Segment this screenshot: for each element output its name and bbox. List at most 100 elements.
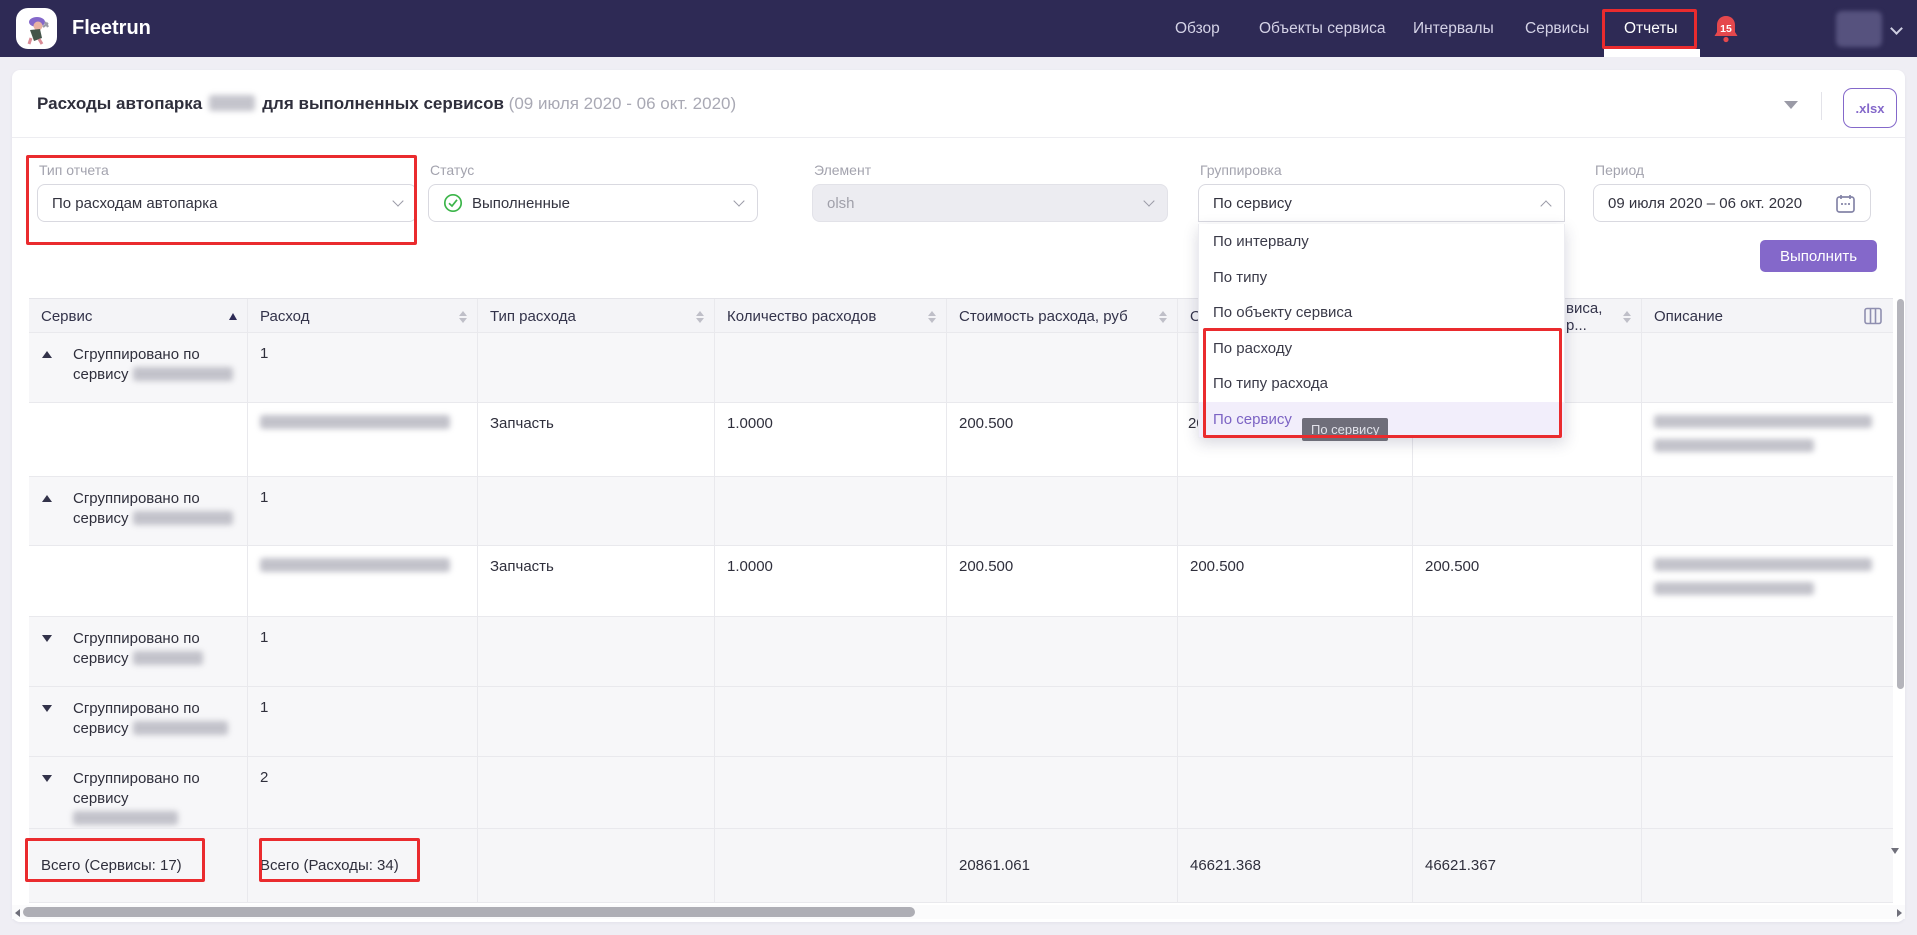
sort-icon[interactable] xyxy=(1159,311,1167,323)
horizontal-scrollbar[interactable] xyxy=(12,905,1905,919)
sort-icon[interactable] xyxy=(696,311,704,323)
status-check-circle-icon xyxy=(443,193,463,213)
table-columns-icon[interactable] xyxy=(1863,306,1883,326)
report-period-note: (09 июля 2020 - 06 окт. 2020) xyxy=(509,94,736,113)
blurred-service-name xyxy=(133,367,233,381)
expand-group-icon[interactable] xyxy=(42,635,52,642)
table-row: Сгруппировано по сервису 2 xyxy=(29,757,1893,829)
status-select[interactable]: Выполненные xyxy=(428,184,758,222)
report-type-value: По расходам автопарка xyxy=(52,195,217,212)
sort-icon[interactable] xyxy=(928,311,936,323)
blurred-service-name xyxy=(73,811,178,825)
grouping-option-service-object[interactable]: По объекту сервиса xyxy=(1199,295,1564,331)
nav-service-objects[interactable]: Объекты сервиса xyxy=(1259,0,1385,57)
expense-cost-cell: 200.500 xyxy=(946,403,1177,476)
chevron-down-icon xyxy=(1143,195,1154,206)
grouping-option-interval[interactable]: По интервалу xyxy=(1199,224,1564,260)
group-label: Сгруппировано по сервису xyxy=(73,345,237,385)
report-title-part1: Расходы автопарка xyxy=(37,94,202,113)
horizontal-scrollbar-thumb[interactable] xyxy=(23,907,915,917)
column-header-expense-type[interactable]: Тип расхода xyxy=(477,299,714,332)
table-row: Сгруппировано по сервису 1 xyxy=(29,333,1893,403)
scroll-left-arrow-icon[interactable] xyxy=(15,909,20,917)
top-bar: Fleetrun Обзор Объекты сервиса Интервалы… xyxy=(0,0,1917,57)
blurred-description xyxy=(1654,582,1814,595)
sort-asc-icon[interactable] xyxy=(229,313,237,320)
sort-icon[interactable] xyxy=(1623,311,1631,323)
period-value: 09 июля 2020 – 06 окт. 2020 xyxy=(1608,195,1802,212)
column-header-expense[interactable]: Расход xyxy=(247,299,477,332)
expand-group-icon[interactable] xyxy=(42,775,52,782)
expense-type-cell: Запчасть xyxy=(477,546,714,616)
blurred-expense-name xyxy=(260,415,450,429)
expand-group-icon[interactable] xyxy=(42,705,52,712)
report-title-part2: для выполненных сервисов xyxy=(262,94,504,113)
export-xlsx-button[interactable]: .xlsx xyxy=(1843,88,1897,128)
scroll-right-arrow-icon[interactable] xyxy=(1897,909,1902,917)
chevron-down-icon xyxy=(733,195,744,206)
grouping-option-tooltip: По сервису xyxy=(1302,418,1388,441)
report-type-select[interactable]: По расходам автопарка xyxy=(37,184,417,222)
nav-services[interactable]: Сервисы xyxy=(1525,0,1589,57)
blurred-service-name xyxy=(133,651,203,665)
scroll-down-arrow-icon[interactable] xyxy=(1891,848,1899,854)
table-row: Сгруппировано по сервису 1 xyxy=(29,477,1893,546)
expenses-total: Всего (Расходы: 34) xyxy=(247,829,477,902)
group-count: 1 xyxy=(247,617,477,686)
blurred-service-name xyxy=(133,511,233,525)
nav-intervals[interactable]: Интервалы xyxy=(1413,0,1494,57)
nav-overview[interactable]: Обзор xyxy=(1175,0,1220,57)
grouping-dropdown-list: По интервалу По типу По объекту сервиса … xyxy=(1198,224,1565,438)
expense-qty-cell: 1.0000 xyxy=(714,403,946,476)
divider xyxy=(1821,92,1822,120)
group-count: 2 xyxy=(247,757,477,828)
group-count: 1 xyxy=(247,477,477,545)
blurred-description xyxy=(1654,439,1814,452)
grouping-option-type[interactable]: По типу xyxy=(1199,260,1564,296)
grouping-select[interactable]: По сервису xyxy=(1198,184,1565,222)
report-type-label: Тип отчета xyxy=(39,162,109,178)
sort-icon[interactable] xyxy=(459,311,467,323)
brand-title: Fleetrun xyxy=(72,0,151,57)
element-label: Элемент xyxy=(814,162,871,178)
collapse-group-icon[interactable] xyxy=(42,495,52,502)
column-header-expense-cost[interactable]: Стоимость расхода, руб xyxy=(946,299,1177,332)
collapse-report-chevron-icon[interactable] xyxy=(1784,101,1798,109)
grouping-value: По сервису xyxy=(1213,195,1292,212)
expense-type-cell: Запчасть xyxy=(477,403,714,476)
table-row: Запчасть 1.0000 200.500 20 xyxy=(29,403,1893,477)
report-table: Сервис Расход Тип расхода Количество рас… xyxy=(29,298,1893,903)
user-chevron-down-icon[interactable] xyxy=(1890,22,1903,35)
vertical-scrollbar-thumb[interactable] xyxy=(1897,299,1904,689)
notifications-count-badge: 15 xyxy=(1717,23,1735,36)
blurred-fleet-name xyxy=(209,95,255,111)
chevron-up-icon xyxy=(1540,200,1551,211)
period-input[interactable]: 09 июля 2020 – 06 окт. 2020 xyxy=(1593,184,1871,222)
total-cost-cell: 200.500 xyxy=(1177,546,1412,616)
table-row: Сгруппировано по сервису 1 xyxy=(29,617,1893,687)
grouping-label: Группировка xyxy=(1200,162,1282,178)
group-count: 1 xyxy=(247,333,477,402)
report-title: Расходы автопарка для выполненных сервисо… xyxy=(37,94,736,114)
cost-total: 20861.061 xyxy=(946,829,1177,902)
collapse-group-icon[interactable] xyxy=(42,351,52,358)
blurred-service-name xyxy=(133,721,228,735)
column-header-service[interactable]: Сервис xyxy=(29,299,247,332)
element-value: olsh xyxy=(827,195,855,212)
table-header-row: Сервис Расход Тип расхода Количество рас… xyxy=(29,298,1893,333)
element-select[interactable]: olsh xyxy=(812,184,1168,222)
user-menu[interactable] xyxy=(1836,11,1882,47)
period-label: Период xyxy=(1595,162,1644,178)
vertical-scrollbar[interactable] xyxy=(1896,299,1905,899)
column-header-expense-count[interactable]: Количество расходов xyxy=(714,299,946,332)
run-report-button[interactable]: Выполнить xyxy=(1760,240,1877,272)
grouping-option-expense[interactable]: По расходу xyxy=(1199,331,1564,367)
grouping-option-expense-type[interactable]: По типу расхода xyxy=(1199,366,1564,402)
fleetrun-logo-icon[interactable] xyxy=(16,8,57,49)
group-label: Сгруппировано по сервису xyxy=(73,489,237,529)
notifications-bell-icon[interactable]: 15 xyxy=(1712,14,1740,44)
group-label: Сгруппировано по сервису xyxy=(73,769,237,828)
column-header-description[interactable]: Описание xyxy=(1641,299,1893,332)
calendar-icon[interactable] xyxy=(1835,193,1856,214)
table-row: Сгруппировано по сервису 1 xyxy=(29,687,1893,757)
